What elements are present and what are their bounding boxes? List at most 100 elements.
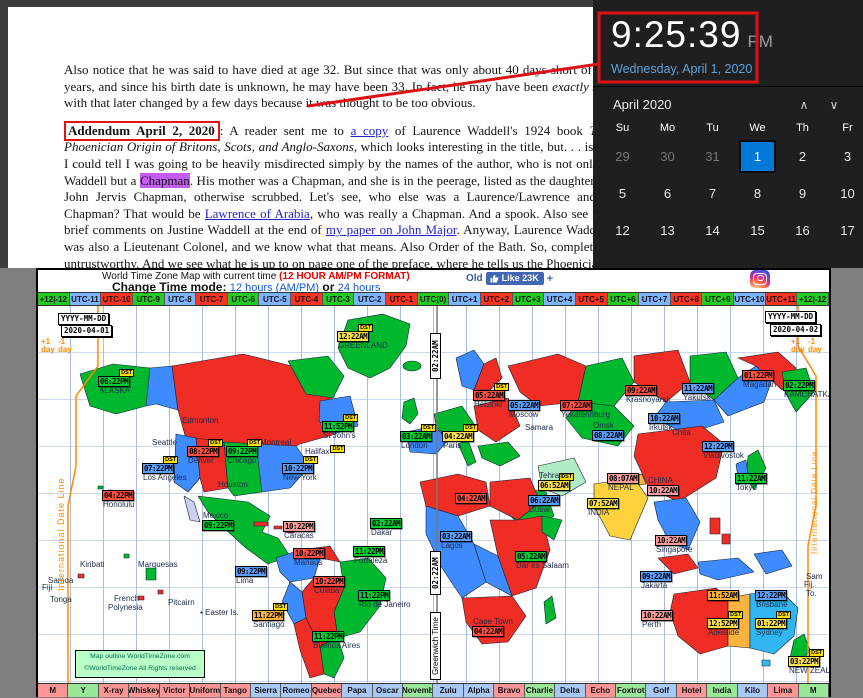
mode-24h-link[interactable]: 24 hours: [338, 282, 381, 294]
nato-letter-cell[interactable]: Whiskey: [129, 684, 159, 697]
calendar-date[interactable]: 9: [780, 175, 825, 212]
utc-zone-cell[interactable]: UTC-9: [133, 293, 165, 305]
utc-zone-cell[interactable]: UTC-11: [70, 293, 102, 305]
doc-highlight: Chapman: [140, 173, 190, 188]
nato-letter-cell[interactable]: Hotel: [677, 684, 707, 697]
calendar-month-label[interactable]: April 2020: [613, 97, 789, 112]
utc-zone-cell[interactable]: UTC+5: [576, 293, 608, 305]
utc-zone-cell[interactable]: UTC+9: [702, 293, 734, 305]
utc-zone-cell[interactable]: +12|-12: [797, 293, 829, 305]
calendar-date[interactable]: 29: [600, 138, 645, 175]
calendar-date[interactable]: 12: [600, 212, 645, 249]
nato-letter-cell[interactable]: India: [707, 684, 737, 697]
greenwich-time-box-north: 02:22AM: [430, 333, 441, 379]
nato-letter-cell[interactable]: Charlie: [525, 684, 555, 697]
clock-time: 9:25:39: [611, 14, 741, 55]
city-label: Vladivostok: [703, 451, 744, 460]
utc-zone-cell[interactable]: UTC+1: [449, 293, 481, 305]
doc-link[interactable]: Lawrence of Arabia: [205, 206, 310, 221]
utc-zone-cell[interactable]: UTC-8: [165, 293, 197, 305]
city-time-box-china: 10:22AMCHINA: [647, 485, 679, 496]
calendar-date[interactable]: 16: [780, 212, 825, 249]
clock-date-link[interactable]: Wednesday, April 1, 2020: [611, 62, 863, 76]
calendar-date[interactable]: 13: [645, 212, 690, 249]
nato-letter-cell[interactable]: Oscar: [373, 684, 403, 697]
utc-zone-cell[interactable]: +12|-12: [38, 293, 70, 305]
time-value: 04:22AM: [455, 493, 487, 504]
calendar-date[interactable]: 5: [600, 175, 645, 212]
city-label: London: [401, 441, 428, 450]
instagram-icon[interactable]: [750, 270, 770, 288]
utc-zone-cell[interactable]: UTC+4: [544, 293, 576, 305]
nato-letter-cell[interactable]: Y: [68, 684, 98, 697]
facebook-like-button[interactable]: Like 23K: [486, 272, 544, 285]
utc-zone-cell[interactable]: UTC+8: [671, 293, 703, 305]
chevron-down-icon[interactable]: ∨: [819, 98, 849, 112]
calendar-date[interactable]: 31: [690, 138, 735, 175]
utc-zone-cell[interactable]: UTC+2: [481, 293, 513, 305]
nato-letter-cell[interactable]: Uniform: [190, 684, 220, 697]
city-time-box-lima: 09:22PMLima: [235, 566, 267, 577]
calendar-date[interactable]: 6: [645, 175, 690, 212]
nato-letter-cell[interactable]: M: [799, 684, 829, 697]
calendar-date[interactable]: 30: [645, 138, 690, 175]
nato-letter-cell[interactable]: Victor: [160, 684, 190, 697]
nato-letter-cell[interactable]: Tango: [221, 684, 251, 697]
utc-zone-cell[interactable]: UTC-1: [386, 293, 418, 305]
nato-letter-cell[interactable]: Sierra: [251, 684, 281, 697]
utc-zone-cell[interactable]: UTC+6: [608, 293, 640, 305]
nato-letter-cell[interactable]: Delta: [555, 684, 585, 697]
mode-12h-link[interactable]: 12 hours (AM/PM): [230, 282, 319, 294]
calendar-date[interactable]: 17: [825, 212, 863, 249]
calendar-date-selected[interactable]: 1: [735, 138, 780, 175]
place-label-edmonton: Edmonton: [182, 416, 218, 425]
city-label: Buenos Aires: [313, 641, 360, 650]
plus-label: +: [547, 273, 553, 285]
utc-zone-cell[interactable]: UTC-6: [228, 293, 260, 305]
calendar-date[interactable]: 7: [690, 175, 735, 212]
calendar-date[interactable]: 14: [690, 212, 735, 249]
city-label: Omsk: [593, 421, 614, 430]
nato-letter-cell[interactable]: Alpha: [464, 684, 494, 697]
city-label: Dubai: [529, 505, 550, 514]
calendar-selected-box[interactable]: 1: [739, 140, 776, 173]
date-value-box-left: 2020-04-01: [61, 325, 112, 337]
clock-time-row: 9:25:39PM: [611, 14, 863, 56]
calendar-date[interactable]: 15: [735, 212, 780, 249]
nato-letter-cell[interactable]: Papa: [342, 684, 372, 697]
nato-letter-cell[interactable]: Quebec: [312, 684, 342, 697]
utc-zone-cell[interactable]: UTC-10: [101, 293, 133, 305]
utc-zone-cell[interactable]: UTC+10: [734, 293, 766, 305]
utc-zone-cell[interactable]: UTC+3: [513, 293, 545, 305]
nato-letter-cell[interactable]: Echo: [586, 684, 616, 697]
nato-letter-cell[interactable]: Lima: [768, 684, 798, 697]
calendar-date[interactable]: 8: [735, 175, 780, 212]
utc-zone-cell[interactable]: UTC-7: [196, 293, 228, 305]
utc-zone-cell[interactable]: UTC-3: [323, 293, 355, 305]
utc-zone-cell[interactable]: UTC(0): [418, 293, 450, 305]
calendar-date[interactable]: 10: [825, 175, 863, 212]
city-time-box-mexico: 09:22PMMexico: [202, 520, 234, 531]
utc-zone-cell[interactable]: UTC-5: [259, 293, 291, 305]
utc-zone-cell[interactable]: UTC-2: [354, 293, 386, 305]
nato-letter-cell[interactable]: Zulu: [433, 684, 463, 697]
nato-letter-cell[interactable]: Kilo: [738, 684, 768, 697]
date-format-box-right: YYYY-MM-DD: [765, 311, 816, 323]
calendar-date[interactable]: 3: [825, 138, 863, 175]
city-time-box-singapore: 10:22AMSingapore: [655, 535, 687, 546]
doc-link[interactable]: my paper on John Major: [326, 222, 457, 237]
nato-letter-cell[interactable]: Novemb: [403, 684, 433, 697]
nato-letter-cell[interactable]: Romeo: [281, 684, 311, 697]
doc-link[interactable]: a copy: [351, 123, 389, 138]
nato-letter-cell[interactable]: Foxtrot: [616, 684, 646, 697]
chevron-up-icon[interactable]: ∧: [789, 98, 819, 112]
city-time-box-new-zealand: 03:22PMDSTNEW ZEALAND: [788, 656, 820, 667]
utc-zone-cell[interactable]: UTC-4: [291, 293, 323, 305]
nato-letter-cell[interactable]: Golf: [646, 684, 676, 697]
utc-zone-cell[interactable]: UTC+11: [766, 293, 798, 305]
calendar-date[interactable]: 2: [780, 138, 825, 175]
nato-letter-cell[interactable]: M: [38, 684, 68, 697]
nato-letter-cell[interactable]: X-ray: [99, 684, 129, 697]
utc-zone-cell[interactable]: UTC+7: [639, 293, 671, 305]
nato-letter-cell[interactable]: Bravo: [494, 684, 524, 697]
